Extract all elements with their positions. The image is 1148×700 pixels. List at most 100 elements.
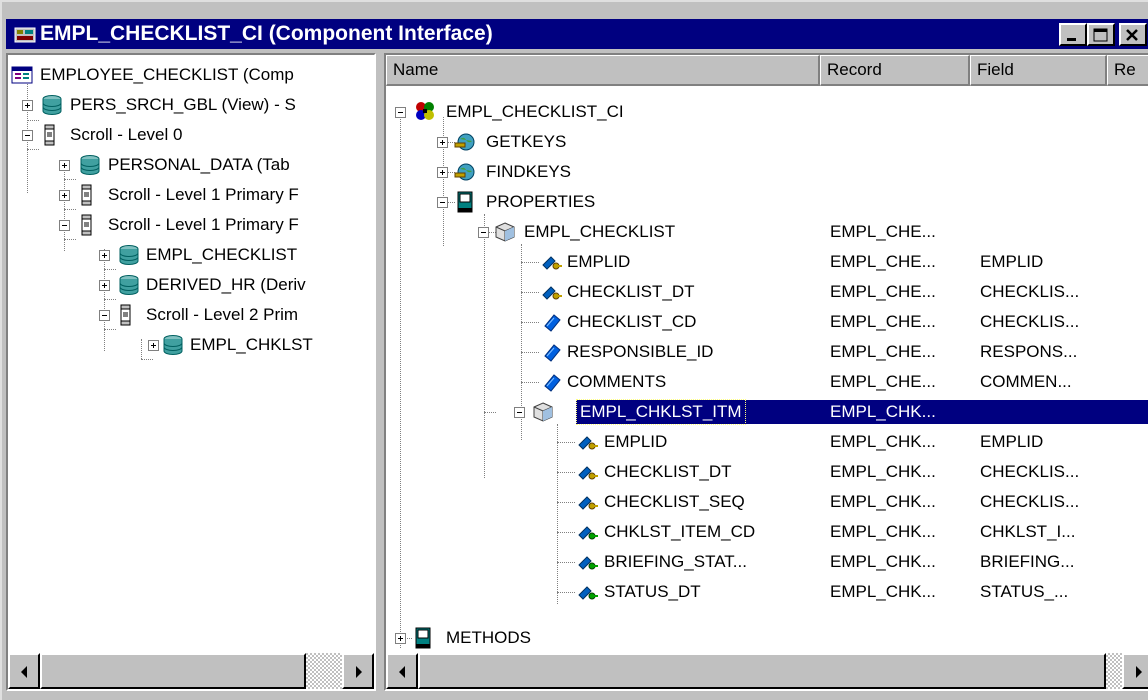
book-icon: [415, 627, 431, 649]
expand-icon[interactable]: [59, 160, 70, 171]
component-structure-pane[interactable]: EMPLOYEE_CHECKLIST (Comp PERS_SRCH_GBL (…: [6, 53, 376, 691]
scroll-left-button[interactable]: [8, 653, 40, 689]
tree-node[interactable]: GETKEYS: [386, 127, 1148, 157]
component-interface-pane[interactable]: Name Record Field Re EMPL_CHECKLIST_CI G…: [384, 53, 1148, 691]
tree-node-label: DERIVED_HR (Deriv: [146, 275, 306, 294]
tree-node-label: RESPONSIBLE_ID: [567, 342, 714, 361]
horizontal-scrollbar[interactable]: [8, 653, 374, 689]
column-header-name[interactable]: Name: [386, 55, 820, 86]
scroll-right-button[interactable]: [342, 653, 374, 689]
key-property-icon: [578, 436, 598, 450]
scrollbar-thumb[interactable]: [40, 653, 306, 689]
scroll-icon: [81, 184, 92, 206]
tree-node[interactable]: DERIVED_HR (Deriv: [8, 270, 374, 300]
tree-node[interactable]: FINDKEYS: [386, 157, 1148, 187]
tree-node[interactable]: COMMENTS EMPL_CHE... COMMEN...: [386, 367, 1148, 397]
horizontal-scrollbar[interactable]: [386, 653, 1148, 689]
tree-node-label: EMPL_CHECKLIST_CI: [446, 102, 624, 121]
expand-icon[interactable]: [22, 100, 33, 111]
column-header-record[interactable]: Record: [820, 55, 970, 86]
book-icon: [457, 191, 473, 213]
close-button[interactable]: [1119, 23, 1147, 46]
tree-node-label: Scroll - Level 2 Prim: [146, 305, 299, 324]
tree-node[interactable]: STATUS_DT EMPL_CHK... STATUS_...: [386, 577, 1148, 607]
record-cell: EMPL_CHE...: [830, 312, 936, 331]
tree-node[interactable]: CHECKLIST_DT EMPL_CHK... CHECKLIS...: [386, 457, 1148, 487]
tree-node[interactable]: Scroll - Level 2 Prim: [8, 300, 374, 330]
collapse-icon[interactable]: [22, 130, 33, 141]
record-cell: EMPL_CHK...: [830, 462, 936, 481]
database-icon: [80, 155, 100, 175]
tree-node[interactable]: EMPL_CHKLST: [8, 330, 374, 360]
minimize-button[interactable]: [1059, 23, 1087, 46]
tree-node[interactable]: Scroll - Level 1 Primary F: [8, 180, 374, 210]
tree-node[interactable]: BRIEFING_STAT... EMPL_CHK... BRIEFING...: [386, 547, 1148, 577]
green-key-property-icon: [578, 556, 598, 570]
record-cell: EMPL_CHK...: [830, 522, 936, 541]
field-cell: COMMEN...: [980, 372, 1072, 391]
tree-node-label: PERSONAL_DATA (Tab: [108, 155, 290, 174]
key-property-icon: [578, 496, 598, 510]
green-key-property-icon: [578, 526, 598, 540]
tree-node[interactable]: EMPLID EMPL_CHE... EMPLID: [386, 247, 1148, 277]
collapse-icon[interactable]: [99, 310, 110, 321]
tree-node[interactable]: PERS_SRCH_GBL (View) - S: [8, 90, 374, 120]
scrollbar-thumb[interactable]: [418, 653, 1106, 689]
maximize-icon: [1093, 28, 1108, 42]
record-cell: EMPL_CHE...: [830, 342, 936, 361]
tree-node[interactable]: EMPL_CHECKLIST: [8, 240, 374, 270]
component-interface-icon: [416, 102, 434, 120]
tree-node[interactable]: CHECKLIST_SEQ EMPL_CHK... CHECKLIS...: [386, 487, 1148, 517]
maximize-button[interactable]: [1087, 23, 1115, 46]
field-cell: CHECKLIS...: [980, 282, 1080, 301]
property-icon: [544, 344, 561, 362]
tree-node-label: COMMENTS: [567, 372, 667, 391]
tree-node-label: EMPLID: [604, 432, 668, 451]
title-bar[interactable]: EMPL_CHECKLIST_CI (Component Interface): [6, 19, 1148, 49]
expand-icon[interactable]: [395, 633, 406, 644]
tree-node-label: Scroll - Level 1 Primary F: [108, 185, 299, 204]
tree-node-label: Scroll - Level 0: [70, 125, 183, 144]
collapse-icon[interactable]: [395, 107, 406, 118]
collapse-icon[interactable]: [478, 227, 489, 238]
component-icon: [11, 66, 33, 84]
tree-node[interactable]: CHKLST_ITEM_CD EMPL_CHK... CHKLST_I...: [386, 517, 1148, 547]
tree-node-label: EMPL_CHKLST_ITM: [576, 399, 746, 425]
tree-node[interactable]: EMPL_CHECKLIST_CI: [386, 97, 1148, 127]
tree-node[interactable]: Scroll - Level 0: [8, 120, 374, 150]
tree-node[interactable]: EMPLOYEE_CHECKLIST (Comp: [8, 60, 374, 90]
expand-icon[interactable]: [99, 250, 110, 261]
tree-node[interactable]: EMPLID EMPL_CHK... EMPLID: [386, 427, 1148, 457]
arrow-right-icon: [356, 666, 362, 678]
minimize-icon: [1067, 38, 1076, 41]
expand-icon[interactable]: [59, 190, 70, 201]
scroll-left-button[interactable]: [386, 653, 418, 689]
expand-icon[interactable]: [99, 280, 110, 291]
column-header-re[interactable]: Re: [1107, 55, 1148, 86]
tree-node-label: EMPLID: [567, 252, 631, 271]
tree-node[interactable]: PERSONAL_DATA (Tab: [8, 150, 374, 180]
tree-node-label: PROPERTIES: [486, 192, 596, 211]
collection-cube-icon: [495, 222, 515, 242]
collapse-icon[interactable]: [59, 220, 70, 231]
scroll-right-button[interactable]: [1122, 653, 1148, 689]
column-header-field[interactable]: Field: [970, 55, 1107, 86]
expand-icon[interactable]: [437, 137, 448, 148]
tree-node[interactable]: CHECKLIST_DT EMPL_CHE... CHECKLIS...: [386, 277, 1148, 307]
window-title: EMPL_CHECKLIST_CI (Component Interface): [40, 22, 493, 45]
record-cell: EMPL_CHK...: [830, 582, 936, 601]
expand-icon[interactable]: [437, 167, 448, 178]
tree-node[interactable]: CHECKLIST_CD EMPL_CHE... CHECKLIS...: [386, 307, 1148, 337]
arrow-left-icon: [21, 666, 27, 678]
tree-node[interactable]: RESPONSIBLE_ID EMPL_CHE... RESPONS...: [386, 337, 1148, 367]
tree-node[interactable]: EMPL_CHECKLIST EMPL_CHE...: [386, 217, 1148, 247]
expand-icon[interactable]: [148, 340, 159, 351]
record-cell: EMPL_CHE...: [830, 282, 936, 301]
tree-node-label: BRIEFING_STAT...: [604, 552, 747, 571]
tree-node-selected[interactable]: EMPL_CHKLST_ITM EMPL_CHK...: [386, 397, 1148, 427]
collapse-icon[interactable]: [514, 407, 525, 418]
tree-node[interactable]: METHODS: [386, 623, 1148, 649]
tree-node[interactable]: PROPERTIES: [386, 187, 1148, 217]
collapse-icon[interactable]: [437, 197, 448, 208]
tree-node[interactable]: Scroll - Level 1 Primary F: [8, 210, 374, 240]
